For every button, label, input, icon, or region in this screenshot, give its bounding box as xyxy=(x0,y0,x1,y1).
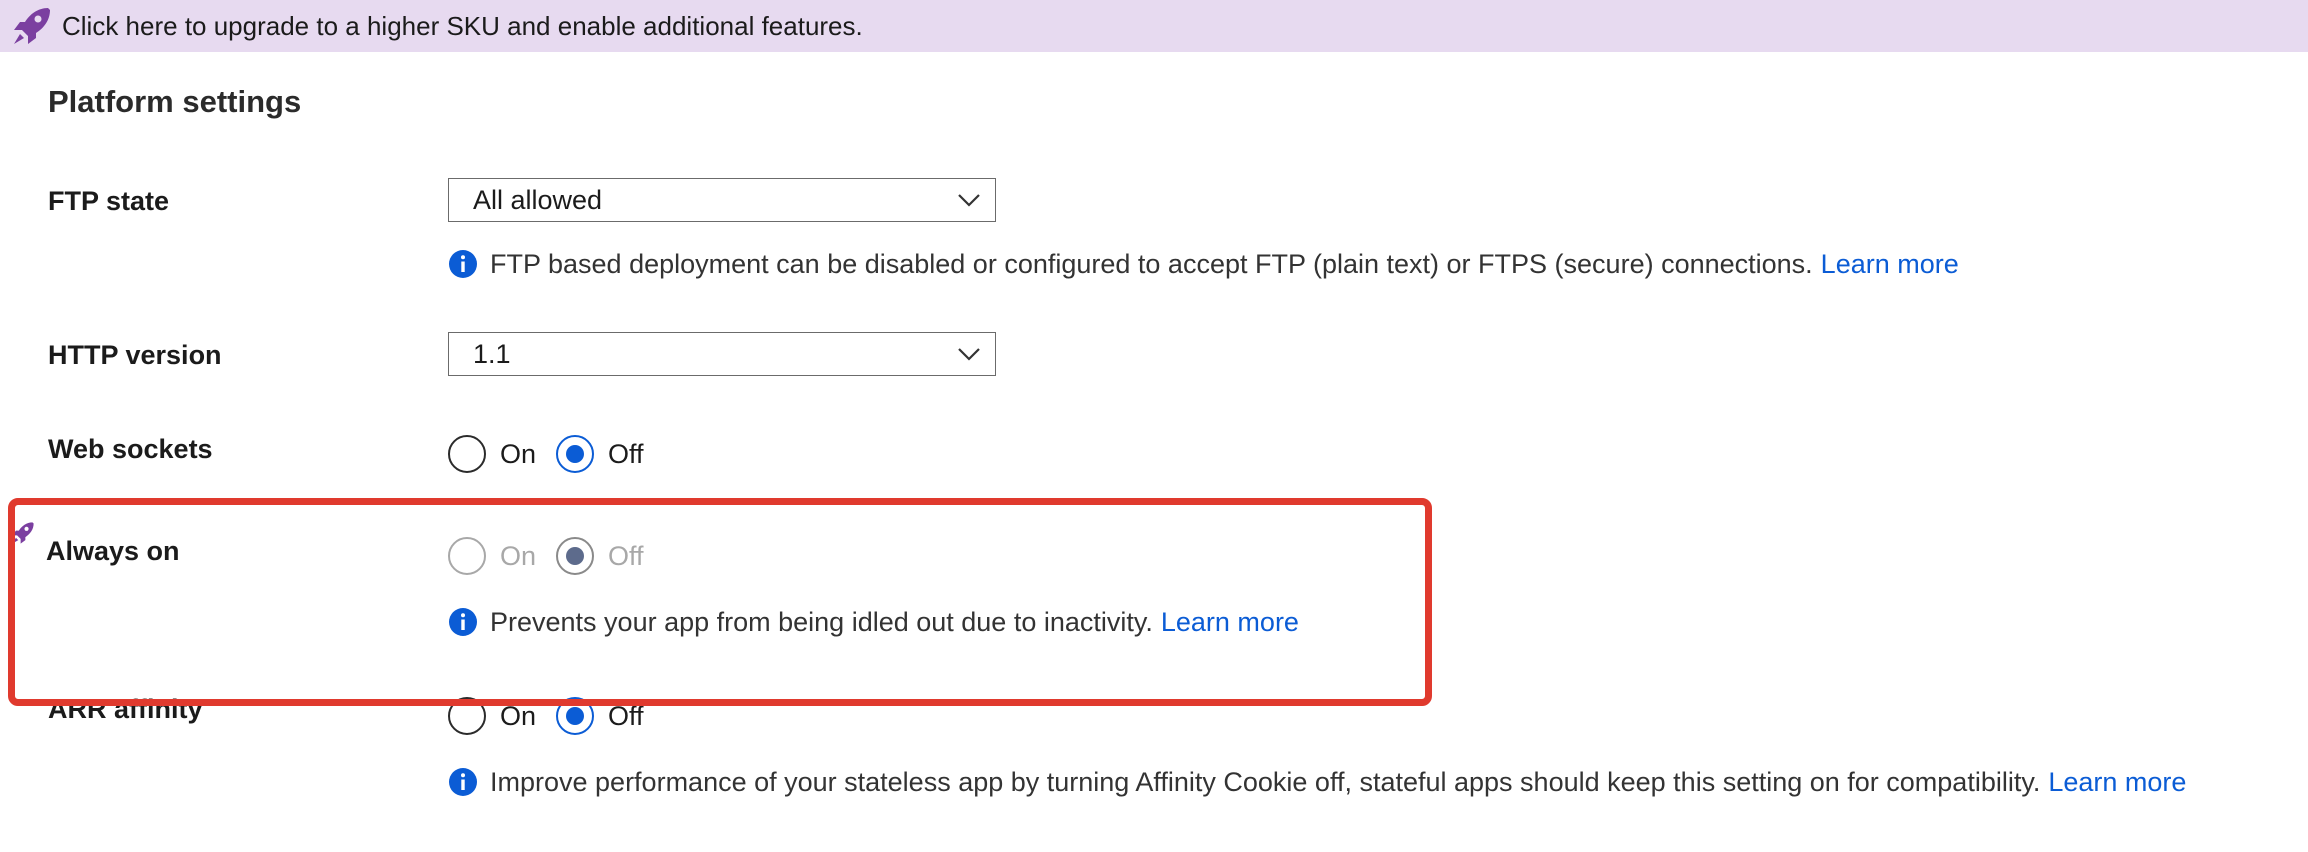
upgrade-banner-text: Click here to upgrade to a higher SKU an… xyxy=(62,11,863,41)
always-on-learn-more-link[interactable]: Learn more xyxy=(1161,607,1299,638)
web-sockets-on-label: On xyxy=(500,438,537,469)
arr-affinity-radio-group: On Off xyxy=(448,695,664,737)
web-sockets-off-label: Off xyxy=(608,438,644,469)
always-on-off-label: Off xyxy=(608,540,644,571)
web-sockets-label: Web sockets xyxy=(48,434,213,464)
always-on-radio-group: On Off xyxy=(448,535,664,577)
arr-affinity-on-radio[interactable] xyxy=(448,697,486,735)
web-sockets-off-radio[interactable] xyxy=(556,435,595,473)
ftp-state-info: FTP based deployment can be disabled or … xyxy=(448,246,1959,282)
http-version-label: HTTP version xyxy=(48,340,222,370)
ftp-state-label: FTP state xyxy=(48,186,170,216)
rocket-icon xyxy=(12,522,34,544)
ftp-state-value: All allowed xyxy=(473,185,603,215)
always-on-on-label: On xyxy=(500,540,537,571)
ftp-learn-more-link[interactable]: Learn more xyxy=(1821,249,1959,280)
rocket-icon xyxy=(14,8,50,44)
arr-affinity-on-label: On xyxy=(500,700,537,731)
info-icon xyxy=(449,250,477,278)
ftp-state-info-text: FTP based deployment can be disabled or … xyxy=(490,248,1813,279)
section-title: Platform settings xyxy=(48,84,302,119)
ftp-state-dropdown[interactable]: All allowed xyxy=(448,178,996,222)
upgrade-banner[interactable]: Click here to upgrade to a higher SKU an… xyxy=(0,0,2308,52)
always-on-off-radio[interactable] xyxy=(556,537,595,575)
http-version-dropdown[interactable]: 1.1 xyxy=(448,332,996,376)
arr-affinity-info: Improve performance of your stateless ap… xyxy=(448,764,2186,800)
chevron-down-icon xyxy=(958,194,980,207)
arr-affinity-off-radio[interactable] xyxy=(556,697,595,735)
info-icon xyxy=(449,608,477,636)
always-on-info: Prevents your app from being idled out d… xyxy=(448,604,1299,640)
highlight-annotation-box xyxy=(8,498,1432,706)
arr-affinity-info-text: Improve performance of your stateless ap… xyxy=(490,766,2041,797)
web-sockets-radio-group: On Off xyxy=(448,433,664,475)
always-on-label: Always on xyxy=(46,536,180,566)
chevron-down-icon xyxy=(958,348,980,361)
web-sockets-on-radio[interactable] xyxy=(448,435,486,473)
arr-affinity-label: ARR affinity xyxy=(48,694,203,724)
http-version-value: 1.1 xyxy=(473,339,511,369)
always-on-info-text: Prevents your app from being idled out d… xyxy=(490,606,1153,637)
arr-affinity-off-label: Off xyxy=(608,700,644,731)
always-on-on-radio[interactable] xyxy=(448,537,486,575)
arr-affinity-learn-more-link[interactable]: Learn more xyxy=(2048,767,2186,798)
info-icon xyxy=(449,768,477,796)
